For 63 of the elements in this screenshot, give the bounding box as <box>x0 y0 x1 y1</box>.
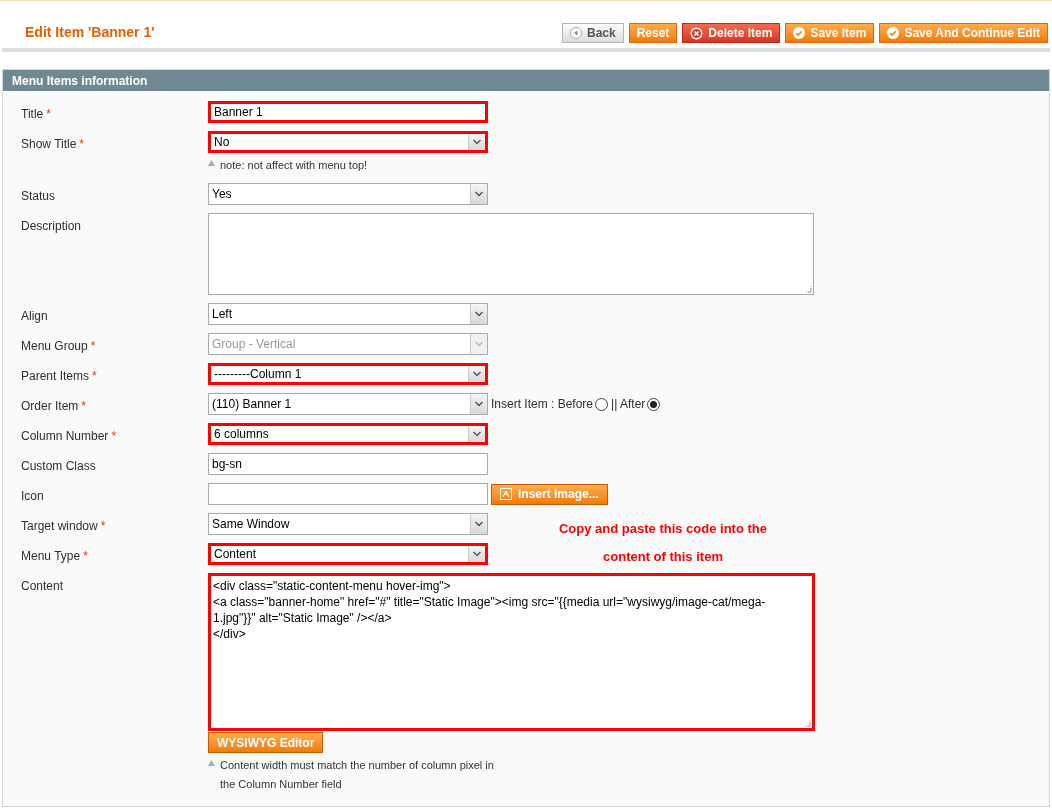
back-button[interactable]: Back <box>562 23 624 43</box>
field-label: Content <box>21 578 64 595</box>
textarea-field[interactable]: <div class="static-content-menu hover-img"> <a class="banner-home" href="#" title="Static Image"><img src="{{media url="wysiwyg/image-cat/mega-1.jpg"}}" alt="Static Image" /></a> </div> <box>208 573 815 731</box>
dropdown[interactable]: No <box>208 131 488 153</box>
delete-button[interactable]: Delete Item <box>682 23 781 43</box>
field-note: note: not affect with menu top! <box>220 158 368 173</box>
field-label: Description <box>21 218 82 235</box>
field-label: Order Item <box>21 398 79 415</box>
close-icon <box>690 26 704 40</box>
required-mark: * <box>90 338 96 355</box>
dropdown[interactable]: Yes <box>208 183 488 205</box>
required-mark: * <box>81 398 87 415</box>
dropdown[interactable]: Content <box>208 543 488 565</box>
input-field[interactable] <box>208 483 488 505</box>
dropdown-caret-icon <box>473 371 481 377</box>
required-mark: * <box>100 518 106 535</box>
dropdown[interactable]: Same Window <box>208 513 488 535</box>
radio-button[interactable] <box>647 397 661 411</box>
field-label: Menu Group <box>21 338 88 355</box>
field-note: Content width must match the number of column pixel in the Column Number field <box>220 758 495 792</box>
required-mark: * <box>79 136 85 153</box>
dropdown-caret-icon <box>473 551 481 557</box>
page-title: Edit Item 'Banner 1' <box>25 23 155 42</box>
note-triangle-icon <box>208 760 215 766</box>
field-label: Custom Class <box>21 458 96 475</box>
annotation-text: content of this item <box>603 547 723 566</box>
field-label: Menu Type <box>21 548 81 565</box>
required-mark: * <box>92 368 97 385</box>
field-label: Parent Items <box>21 368 90 385</box>
dropdown[interactable]: 6 columns <box>208 423 488 445</box>
field-label: Status <box>21 188 56 205</box>
radio-button[interactable] <box>595 397 609 411</box>
radio-label: Insert Item : Before <box>491 396 594 413</box>
field-label: Column Number <box>21 428 109 445</box>
resize-grip-icon[interactable] <box>804 285 812 293</box>
field-label: Title <box>21 106 44 123</box>
field-label: Show Title <box>21 136 77 153</box>
required-mark: * <box>46 106 51 123</box>
resize-grip-icon[interactable] <box>803 719 811 727</box>
dropdown-caret-icon <box>475 401 483 407</box>
input-field[interactable]: Banner 1 <box>208 101 488 123</box>
dropdown-caret-icon <box>475 311 483 317</box>
required-mark: * <box>111 428 117 445</box>
dropdown[interactable]: Left <box>208 303 488 325</box>
field-label: Target window <box>21 518 98 535</box>
section-header: Menu Items information <box>3 70 1049 91</box>
required-mark: * <box>83 548 88 565</box>
field-label: Align <box>21 308 48 325</box>
radio-label: || After <box>611 396 646 413</box>
dropdown[interactable]: (110) Banner 1 <box>208 393 488 415</box>
dropdown[interactable]: ---------Column 1 <box>208 363 488 385</box>
check-icon <box>887 27 900 39</box>
annotation-text: Copy and paste this code into the <box>559 520 767 538</box>
dropdown-caret-icon <box>475 341 483 347</box>
check-icon <box>793 27 806 39</box>
dropdown-caret-icon <box>475 521 483 527</box>
dropdown-caret-icon <box>475 191 483 197</box>
textarea-field[interactable] <box>208 213 814 295</box>
note-triangle-icon <box>208 160 215 166</box>
dropdown-caret-icon <box>473 431 481 437</box>
input-field[interactable]: bg-sn <box>208 453 488 475</box>
dropdown-caret-icon <box>473 139 481 145</box>
field-label: Icon <box>21 488 44 505</box>
